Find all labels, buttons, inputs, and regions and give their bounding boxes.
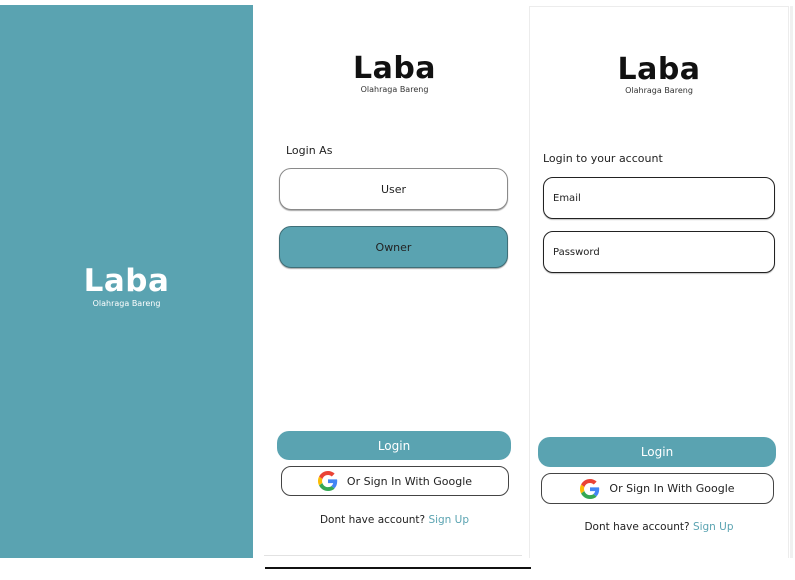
- login-button-label: Login: [640, 445, 674, 459]
- splash-screen: Laba Olahraga Bareng: [0, 5, 253, 558]
- login-as-label: Login As: [286, 144, 333, 157]
- splash-logo-tagline: Olahraga Bareng: [92, 299, 161, 308]
- role-logo-title: Laba: [352, 51, 437, 86]
- splash-logo-title: Laba: [83, 263, 170, 299]
- email-input[interactable]: [553, 178, 753, 218]
- password-field[interactable]: [543, 231, 775, 273]
- login-button[interactable]: Login: [538, 437, 776, 467]
- google-signin-label: Or Sign In With Google: [609, 482, 735, 495]
- user-role-label: User: [380, 182, 407, 196]
- password-input[interactable]: [553, 232, 753, 272]
- role-login-button[interactable]: Login: [277, 431, 511, 460]
- login-form-screen: Laba Olahraga Bareng Login to your accou…: [529, 6, 789, 558]
- signup-link[interactable]: Sign Up: [693, 521, 734, 533]
- role-bottom-divider: [264, 555, 522, 556]
- login-to-account-label: Login to your account: [543, 152, 663, 165]
- signup-prompt: Dont have account?: [584, 521, 690, 533]
- role-signup-prompt: Dont have account?: [319, 514, 426, 526]
- role-logo-tagline: Olahraga Bareng: [360, 85, 429, 94]
- role-google-signin-button[interactable]: Or Sign In With Google: [281, 466, 509, 496]
- signup-line: Dont have account? Sign Up: [530, 521, 788, 533]
- login-logo-tagline: Olahraga Bareng: [625, 86, 693, 95]
- role-select-screen: Laba Olahraga Bareng Login As User Owner…: [262, 5, 527, 558]
- login-logo-title: Laba: [617, 52, 701, 87]
- email-field[interactable]: [543, 177, 775, 219]
- role-google-label: Or Sign In With Google: [346, 474, 473, 488]
- owner-role-button[interactable]: Owner: [279, 226, 508, 268]
- bottom-edge-line: [265, 567, 531, 569]
- role-signup-line: Dont have account? Sign Up: [262, 514, 527, 526]
- right-edge-strip: [790, 6, 793, 558]
- role-login-label: Login: [377, 438, 411, 453]
- google-logo-icon: [317, 471, 338, 491]
- user-role-button[interactable]: User: [279, 168, 508, 210]
- google-logo-icon: [580, 478, 600, 499]
- role-signup-link[interactable]: Sign Up: [428, 514, 469, 526]
- owner-role-label: Owner: [375, 240, 412, 254]
- google-signin-button[interactable]: Or Sign In With Google: [541, 473, 774, 504]
